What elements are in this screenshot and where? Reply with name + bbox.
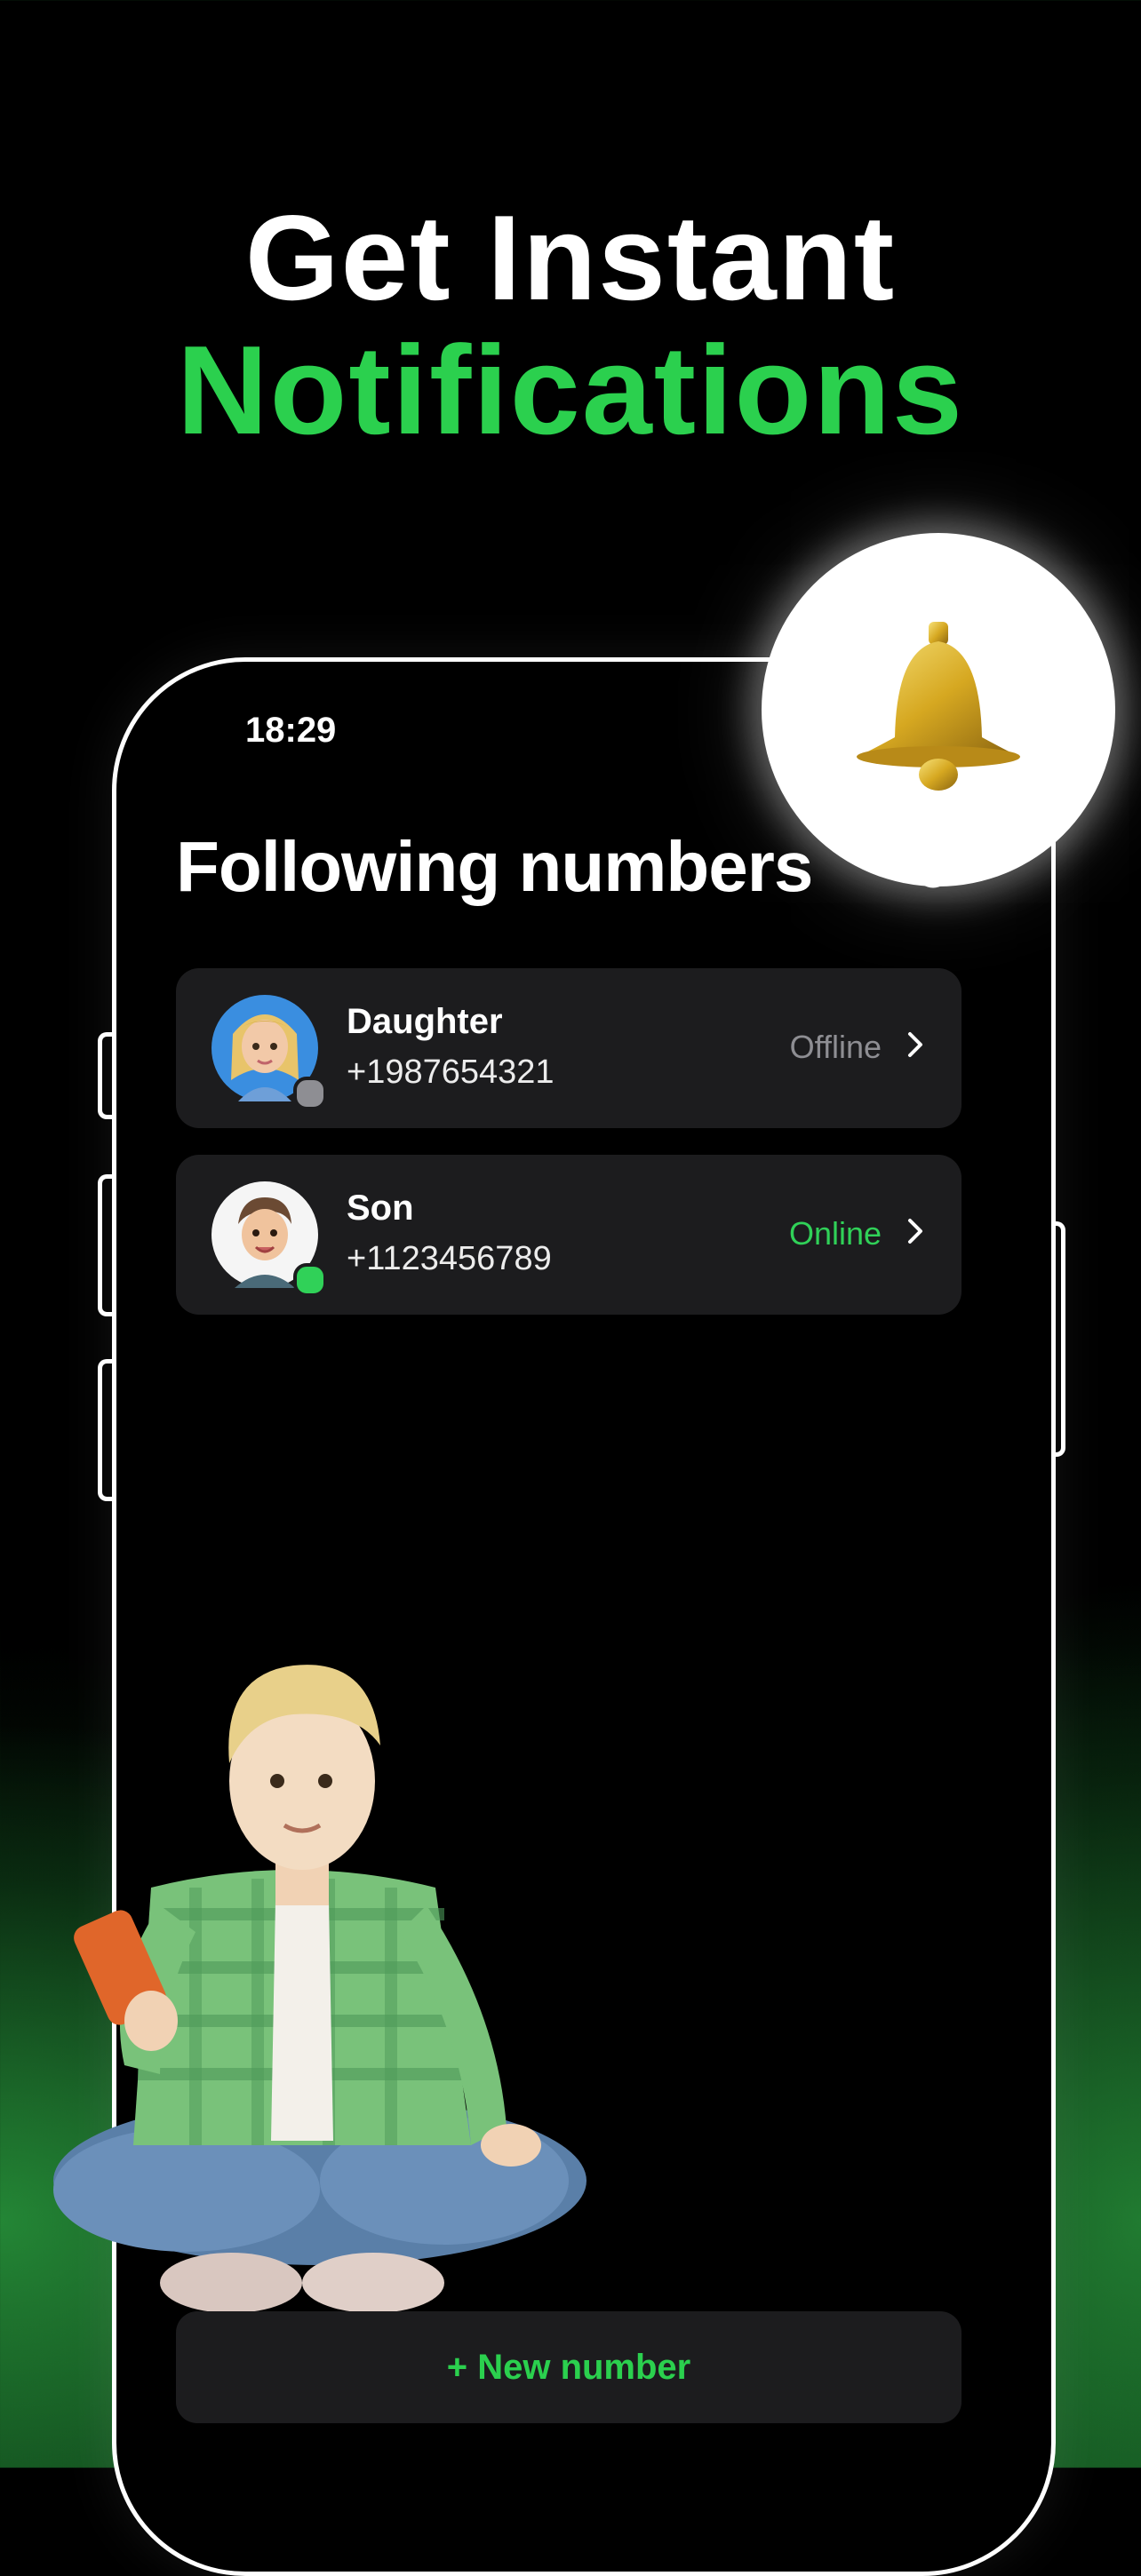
chevron-right-icon xyxy=(908,1032,922,1057)
status-bar-time: 18:29 xyxy=(245,711,337,750)
contact-name: Daughter xyxy=(347,1002,503,1041)
headline-line1: Get Instant xyxy=(244,190,897,325)
contact-row-son[interactable]: Son +1123456789 Online xyxy=(176,1155,961,1315)
online-status-dot xyxy=(293,1263,327,1297)
person-illustration xyxy=(53,1665,586,2313)
girl-avatar xyxy=(211,995,327,1110)
page-title: Following numbers xyxy=(176,827,813,906)
new-number-button[interactable]: + New number xyxy=(176,2311,961,2423)
bell-badge xyxy=(762,533,1115,886)
contact-number: +1123456789 xyxy=(347,1240,552,1277)
status-label-online: Online xyxy=(788,1215,882,1252)
chevron-right-icon xyxy=(908,1219,922,1244)
status-label-offline: Offline xyxy=(789,1029,882,1065)
headline-line2: Notifications xyxy=(177,320,964,461)
boy-avatar xyxy=(211,1181,327,1297)
offline-status-dot xyxy=(293,1077,327,1110)
contact-name: Son xyxy=(347,1189,414,1228)
contact-number: +1987654321 xyxy=(347,1053,555,1091)
bell-icon xyxy=(857,622,1020,791)
contact-row-daughter[interactable]: Daughter +1987654321 Offline xyxy=(176,968,961,1128)
